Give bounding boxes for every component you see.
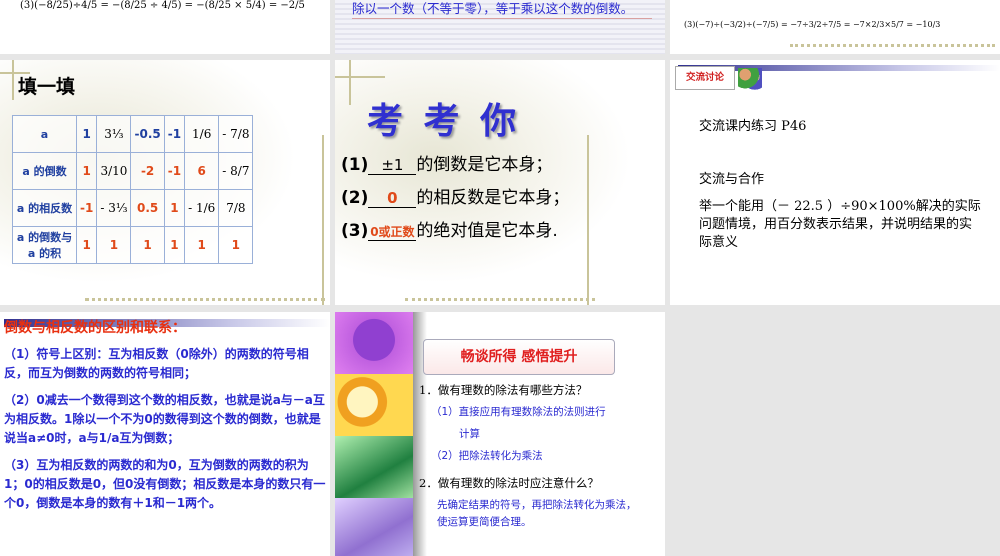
table-cell: 0.5 (130, 189, 165, 227)
quiz-item: (3) 0或正数 的绝对值是它本身. (341, 216, 558, 241)
question-2: 2．做有理数的除法时应注意什么？ (419, 476, 599, 490)
slide-thumbnail-discussion[interactable]: 交流讨论 交流课内练习 P46 交流与合作 举一个能用（－ 22.5 ）÷90×… (670, 60, 1000, 305)
table-cell: -0.5 (130, 115, 165, 153)
slide-thumbnail-quiz[interactable]: 考 考 你 (1) ±1 的倒数是它本身； (2) 0 的相反数是它本身； (3) 0或正数的… (335, 60, 665, 305)
table-row: a 的相反数 -1- 3⅓ 0.5 1- 1/6 7/8 (12, 189, 254, 227)
table-cell: 1 (130, 226, 165, 264)
table-row: a 的倒数 1 3/10 -2 -1 6- 8/7 (12, 152, 254, 190)
answer-1a: （1）直接应用有理数除法的法则进行 (431, 406, 606, 418)
slide-thumbnail-difference[interactable]: 倒数与相反数的区别和联系： （1）符号上区别：互为相反数（0除外）的两数的符号相… (0, 312, 330, 556)
paragraph-1: （1）符号上区别：互为相反数（0除外）的两数的符号相反，而互为倒数的两数的符号相… (4, 347, 309, 380)
reciprocal-table: a 1 3⅓ -0.5 -1 1/6- 7/8 a 的倒数 1 3/10 -2 -1 6- 8/7 a … (12, 115, 254, 264)
item-text: 的相反数是它本身； (416, 188, 570, 208)
rule-text: 除以一个数（不等于零），等于乘以这个数的倒数。 (352, 0, 652, 19)
item-text: 的绝对值是它本身. (416, 221, 558, 241)
slide-thumbnail-summary[interactable]: 畅谈所得 感悟提升 1．做有理数的除法有哪些方法？ （1）直接应用有理数除法的法… (335, 312, 665, 556)
answer-blank[interactable]: 0或正数 (368, 223, 417, 241)
task-text: 举一个能用（－ 22.5 ）÷90×100%解决的实际问题情境，用百分数表示结果… (699, 199, 981, 250)
item-number: (1) (341, 155, 369, 175)
clock-image (335, 374, 413, 436)
quiz-title: 考 考 你 (367, 100, 521, 142)
row-header: a 的倒数 (12, 152, 77, 190)
table-cell: 1 (163, 226, 186, 264)
table-cell: 1 (75, 115, 98, 153)
table-cell: 6 (184, 152, 220, 190)
table-cell: -1 (75, 189, 98, 227)
table-cell: - 7/8 (218, 115, 254, 153)
table-cell: - 1/6 (184, 189, 220, 227)
table-cell: 1 (75, 152, 98, 190)
table-cell: 1 (96, 226, 132, 264)
answer-blank[interactable]: 0 (368, 189, 417, 208)
answer-2: 先确定结果的符号，再把除法转化为乘法，使运算更简便合理。 (437, 499, 637, 528)
item-number: (3) (341, 221, 369, 241)
table-cell: -1 (163, 115, 186, 153)
paragraph-3: （3）互为相反数的两数的和为0，互为倒数的两数的积为1；0的相反数是0，但0没有… (4, 458, 326, 510)
table-cell: 1/6 (184, 115, 220, 153)
answer-1c: （2）把除法转化为乘法 (431, 450, 543, 462)
discussion-badge: 交流讨论 (675, 66, 735, 90)
answer-1b: 计算 (459, 428, 480, 440)
books-image (335, 436, 413, 498)
table-cell: 7/8 (218, 189, 254, 227)
clock-image (335, 312, 413, 374)
slide-thumbnail-top-left[interactable]: (3)(−8/25)÷4/5 = −(8/25 ÷ 4/5) = −(8/25 … (0, 0, 330, 54)
item-number: (2) (341, 188, 369, 208)
table-cell: 1 (163, 189, 186, 227)
table-row: a 1 3⅓ -0.5 -1 1/6- 7/8 (12, 115, 254, 153)
slide-title: 填一填 (18, 76, 76, 98)
answer-blank[interactable]: ±1 (368, 156, 417, 175)
table-cell: 1 (75, 226, 98, 264)
table-cell: 1 (184, 226, 220, 264)
table-cell: 1 (218, 226, 254, 264)
exercise-line: 交流课内练习 P46 (699, 119, 807, 134)
table-cell: -2 (130, 152, 165, 190)
books-image (335, 498, 413, 556)
table-cell: 3⅓ (96, 115, 132, 153)
people-icon (738, 68, 762, 90)
table-cell: -1 (163, 152, 186, 190)
row-header: a 的相反数 (12, 189, 77, 227)
slide-title: 倒数与相反数的区别和联系： (4, 320, 186, 336)
row-header: a (12, 115, 77, 153)
slide-thumbnail-top-right[interactable]: (3)(−7)÷(−3/2)÷(−7/5) = −7÷3/2÷7/5 = −7×… (670, 0, 1000, 54)
quiz-item: (1) ±1 的倒数是它本身； (341, 150, 552, 175)
table-row: a 的倒数与 a 的积 1 1 1 1 1 1 (12, 226, 254, 264)
summary-banner: 畅谈所得 感悟提升 (423, 339, 615, 375)
paragraph-2: （2）0减去一个数得到这个数的相反数，也就是说a与－a互为相反数。1除以一个不为… (4, 393, 325, 445)
item-text: 的倒数是它本身； (416, 155, 553, 175)
cooperation-line: 交流与合作 (699, 172, 765, 187)
row-header: a 的倒数与 a 的积 (12, 226, 77, 264)
formula: (3)(−7)÷(−3/2)÷(−7/5) = −7÷3/2÷7/5 = −7×… (684, 20, 941, 29)
table-cell: 3/10 (96, 152, 132, 190)
quiz-item: (2) 0 的相反数是它本身； (341, 183, 569, 208)
table-cell: - 8/7 (218, 152, 254, 190)
slide-thumbnail-top-middle[interactable]: 除以一个数（不等于零），等于乘以这个数的倒数。 (335, 0, 665, 54)
slide-thumbnail-fill-table[interactable]: 填一填 a 1 3⅓ -0.5 -1 1/6- 7/8 a 的倒数 1 3/10 -2 -1 6- 8… (0, 60, 330, 305)
formula: (3)(−8/25)÷4/5 = −(8/25 ÷ 4/5) = −(8/25 … (20, 0, 305, 11)
table-cell: - 3⅓ (96, 189, 132, 227)
question-1: 1．做有理数的除法有哪些方法？ (419, 383, 588, 397)
